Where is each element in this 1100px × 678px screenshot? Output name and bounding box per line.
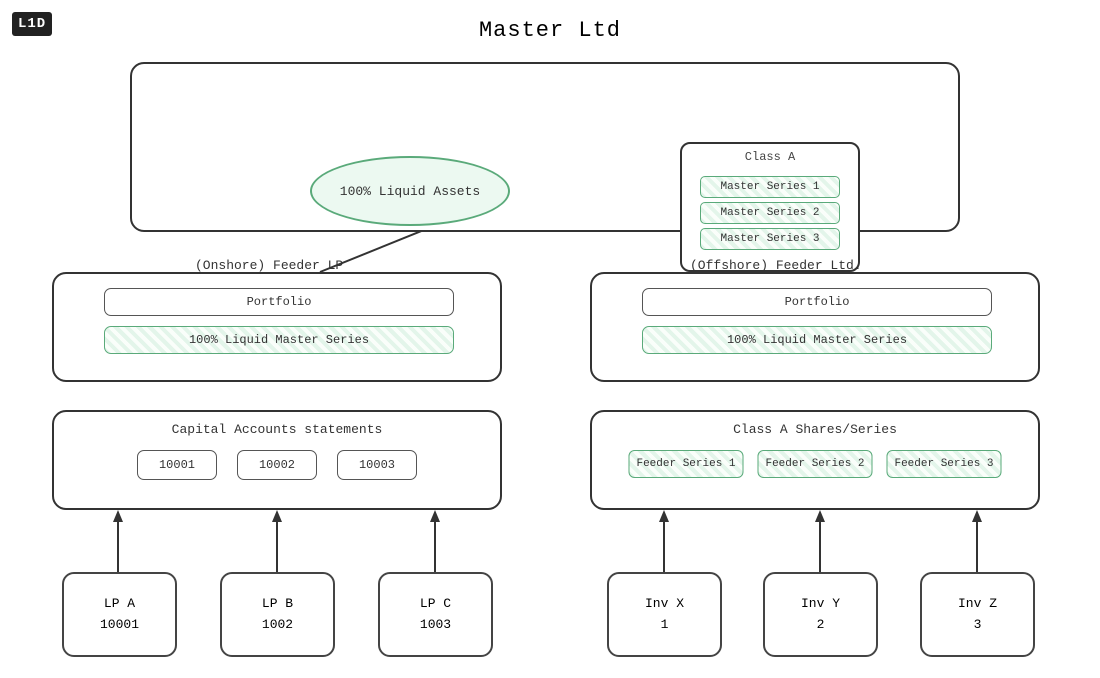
master-series-2: Master Series 2 xyxy=(700,202,840,224)
page: L1D Master Ltd Portfolio Investor Classe… xyxy=(0,0,1100,678)
offshore-label: (Offshore) Feeder Ltd. xyxy=(690,258,862,273)
capital-account-items: 10001 10002 10003 xyxy=(137,450,417,480)
offshore-feeder-box: Portfolio 100% Liquid Master Series xyxy=(590,272,1040,382)
class-a-shares-label: Class A Shares/Series xyxy=(733,422,897,437)
lp-a-box: LP A 10001 xyxy=(62,572,177,657)
capital-accounts-label: Capital Accounts statements xyxy=(172,422,383,437)
onshore-portfolio-inner: Portfolio xyxy=(104,288,454,316)
capital-item-0: 10001 xyxy=(137,450,217,480)
offshore-liquid-series: 100% Liquid Master Series xyxy=(642,326,992,354)
master-outer-box: 100% Liquid Assets Class A Master Series… xyxy=(130,62,960,232)
class-a-label: Class A xyxy=(745,150,795,164)
onshore-liquid-series: 100% Liquid Master Series xyxy=(104,326,454,354)
master-series-3: Master Series 3 xyxy=(700,228,840,250)
capital-accounts-box: Capital Accounts statements 10001 10002 … xyxy=(52,410,502,510)
inv-y-box: Inv Y 2 xyxy=(763,572,878,657)
page-title: Master Ltd xyxy=(0,18,1100,43)
class-a-box: Class A Master Series 1 Master Series 2 … xyxy=(680,142,860,272)
master-series-list: Master Series 1 Master Series 2 Master S… xyxy=(700,172,840,250)
master-series-1: Master Series 1 xyxy=(700,176,840,198)
capital-item-2: 10003 xyxy=(337,450,417,480)
inv-z-box: Inv Z 3 xyxy=(920,572,1035,657)
lp-c-box: LP C 1003 xyxy=(378,572,493,657)
inv-x-box: Inv X 1 xyxy=(607,572,722,657)
onshore-label: (Onshore) Feeder LP xyxy=(195,258,343,273)
offshore-portfolio-inner: Portfolio xyxy=(642,288,992,316)
feeder-series-0: Feeder Series 1 xyxy=(629,450,744,478)
liquid-assets-ellipse: 100% Liquid Assets xyxy=(310,156,510,226)
class-a-shares-box: Class A Shares/Series Feeder Series 1 Fe… xyxy=(590,410,1040,510)
feeder-series-1: Feeder Series 2 xyxy=(758,450,873,478)
capital-item-1: 10002 xyxy=(237,450,317,480)
feeder-series-items: Feeder Series 1 Feeder Series 2 Feeder S… xyxy=(629,450,1002,478)
onshore-feeder-box: Portfolio 100% Liquid Master Series xyxy=(52,272,502,382)
feeder-series-2: Feeder Series 3 xyxy=(887,450,1002,478)
lp-b-box: LP B 1002 xyxy=(220,572,335,657)
